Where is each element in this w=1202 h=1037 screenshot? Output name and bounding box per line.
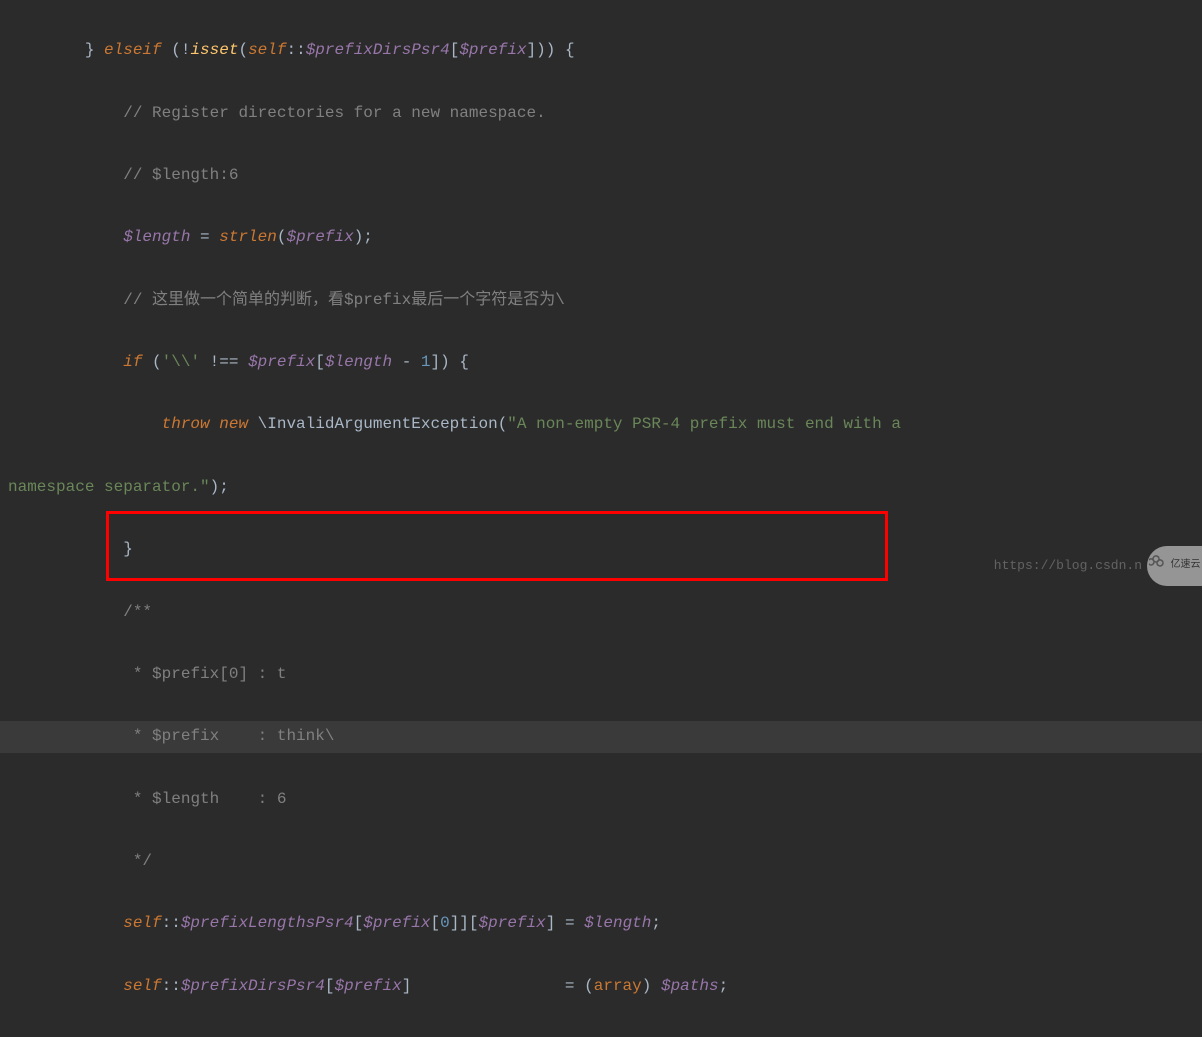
code-line-8: namespace separator."); (0, 472, 1202, 503)
code-line-5: // 这里做一个简单的判断，看$prefix最后一个字符是否为\ (0, 285, 1202, 316)
code-line-11: * $prefix[0] : t (0, 659, 1202, 690)
code-line-7: throw new \InvalidArgumentException("A n… (0, 409, 1202, 440)
code-line-1: } elseif (!isset(self::$prefixDirsPsr4[$… (0, 35, 1202, 66)
code-line-4: $length = strlen($prefix); (0, 222, 1202, 253)
code-line-13: * $length : 6 (0, 784, 1202, 815)
code-line-10: /** (0, 597, 1202, 628)
watermark-url: https://blog.csdn.n (994, 553, 1142, 578)
code-line-12-highlighted: * $prefix : think\ (0, 721, 1202, 752)
cloud-icon (1149, 555, 1169, 578)
code-line-2: // Register directories for a new namesp… (0, 98, 1202, 129)
code-editor[interactable]: } elseif (!isset(self::$prefixDirsPsr4[$… (0, 0, 1202, 1037)
code-line-14: */ (0, 846, 1202, 877)
code-line-6: if ('\\' !== $prefix[$length - 1]) { (0, 347, 1202, 378)
code-line-15: self::$prefixLengthsPsr4[$prefix[0]][$pr… (0, 908, 1202, 939)
code-line-16: self::$prefixDirsPsr4[$prefix] = (array)… (0, 971, 1202, 1002)
watermark-brand: 亿速云 (1171, 556, 1201, 576)
watermark-logo: 亿速云 (1147, 546, 1202, 586)
code-line-3: // $length:6 (0, 160, 1202, 191)
